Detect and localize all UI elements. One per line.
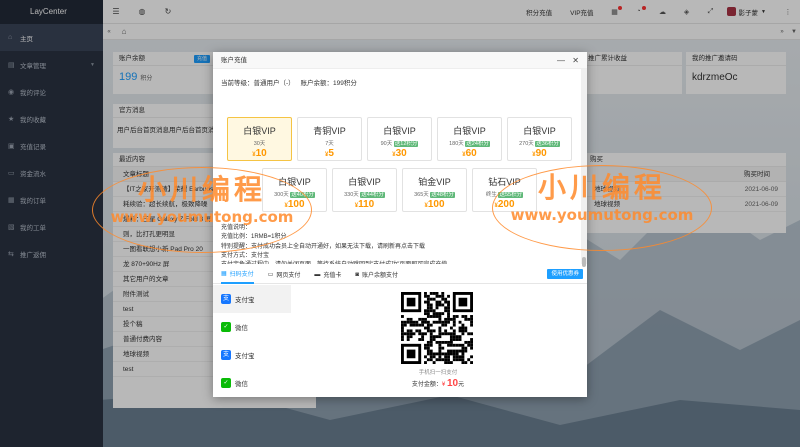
note-line: 支付宝免通过程中，请勿关闭页面，等待系统自动跳回到"支付成功"页面即可完成充值 [221,261,571,264]
tab-payment-2[interactable]: ▭ 网页支付 [268,266,301,284]
vip-price: 5 [328,148,334,159]
modal-title-bar: 账户充值 — ✕ [213,52,587,69]
payment-methods: 支支付宝 ✓ 微信支支付宝 ✓ 微信 [213,285,291,397]
payment-method-4[interactable]: ✓ 微信 [213,369,291,397]
alipay-icon: 支 [221,350,231,360]
alipay-icon: 支 [221,294,231,304]
payment-qr-code [401,292,473,364]
watermark-right: 小川编程 www.youmutong.com [510,171,694,224]
gift-badge: 送36积分 [535,141,560,147]
web-icon: ▭ [267,272,274,278]
payment-tab-list: ▦ 扫码支付 ▭ 网页支付 ▬ 充值卡 ◙ 账户余额支付 [221,266,412,284]
qr-caption: 手机扫一扫支付 [418,370,458,376]
card-icon: ▬ [314,271,321,278]
gift-badge: 送48积分 [430,192,455,198]
payment-amount: 支付金额：¥ 10元 [411,378,465,389]
vip-option-3[interactable]: 白银VIP 90天 送12积分 ¥30 [367,117,432,161]
vip-price: 110 [358,199,375,210]
payment-method-2[interactable]: ✓ 微信 [213,313,291,341]
close-icon[interactable]: ✕ [572,52,579,69]
wechat-icon: ✓ [221,378,231,388]
vip-option-7[interactable]: 白银VIP 330天 送44积分 ¥110 [332,168,397,212]
qr-icon: ▦ [221,271,227,277]
wechat-icon: ✓ [221,322,231,332]
vip-price: 10 [255,148,267,159]
tab-payment-4[interactable]: ◙ 账户余额支付 [355,266,398,284]
account-level: 普通用户（-） [253,80,295,87]
vip-price: 90 [535,148,547,159]
account-level-line: 当前等级：普通用户（-） 账户余额：199积分 [221,80,357,87]
modal-title: 账户充值 [221,57,247,64]
vip-price: 30 [395,148,407,159]
vip-option-8[interactable]: 铂金VIP 365天 送48积分 ¥100 [402,168,467,212]
vip-option-1[interactable]: 白银VIP 30天 ¥10 [227,117,292,161]
payment-amount-value: 10 [446,378,459,389]
note-line: 特别提醒：支付成功会员上全自动开通好，如果无法下载，请刷新再点击下载 [221,243,426,250]
coupon-button[interactable]: 使用优惠券 [547,269,583,279]
note-line: 支付方式：支付宝 [221,252,270,259]
gift-badge: 送12积分 [393,141,419,147]
tab-payment-1[interactable]: ▦ 扫码支付 [221,266,254,284]
gift-badge: 送24积分 [465,141,490,147]
vip-price: 60 [465,148,477,159]
payment-method-1[interactable]: 支支付宝 [213,285,291,313]
payment-tabs: ▦ 扫码支付 ▭ 网页支付 ▬ 充值卡 ◙ 账户余额支付 使用优惠券 [213,266,587,284]
account-balance: 199积分 [332,80,357,87]
minimize-icon[interactable]: — [557,52,565,69]
payment-method-3[interactable]: 支支付宝 [213,341,291,369]
tab-payment-3[interactable]: ▬ 充值卡 [314,266,341,284]
watermark-left: 小川编程 www.youmutong.com [110,173,294,226]
vip-option-4[interactable]: 白银VIP 180天 送24积分 ¥60 [437,117,502,161]
vip-price: 100 [427,199,445,210]
vip-option-2[interactable]: 青铜VIP 7天 ¥5 [297,117,362,161]
vip-option-5[interactable]: 白银VIP 270天 送36积分 ¥90 [507,117,572,161]
wallet-icon: ◙ [355,271,360,278]
gift-badge: 送44积分 [360,192,385,198]
